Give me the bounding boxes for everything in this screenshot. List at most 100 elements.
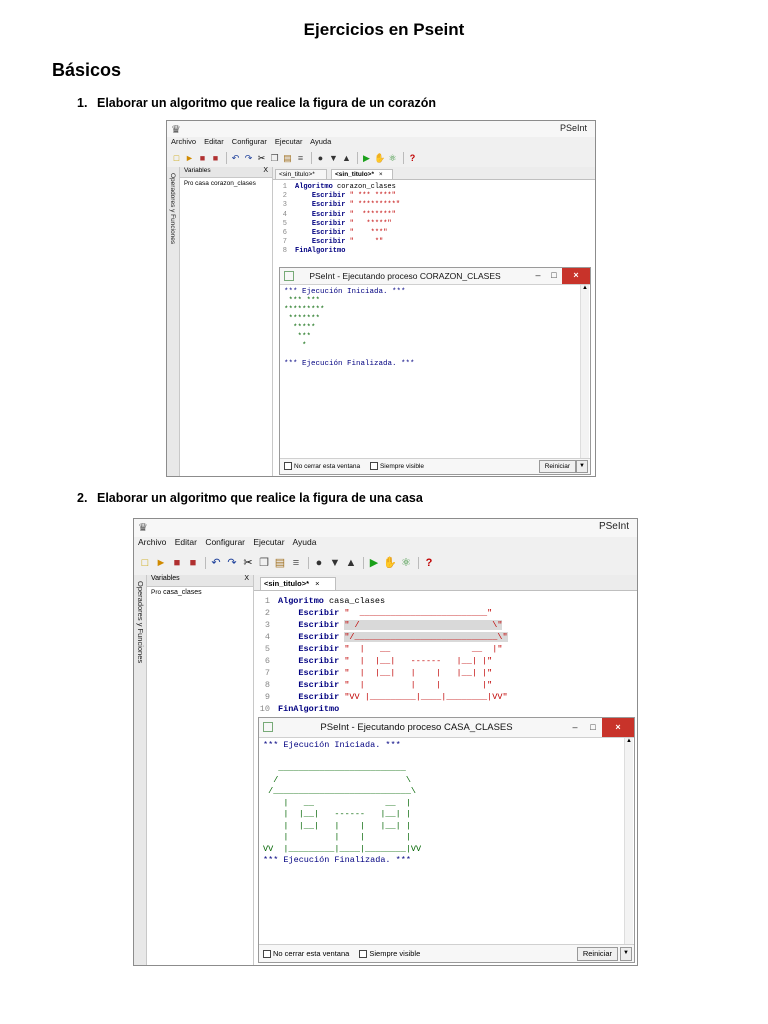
step-run-icon[interactable]: ✋ [383,557,397,569]
cut-icon[interactable]: ✂ [241,557,255,569]
copy-icon[interactable]: ❐ [257,557,271,569]
operators-side-tab[interactable]: Operadores y Funciones [167,167,180,476]
variable-item[interactable]: Pro casa_clases [147,587,253,598]
flowchart-icon[interactable]: ⚛ [387,153,398,164]
menu-ejecutar[interactable]: Ejecutar [253,537,284,547]
close-icon[interactable]: X [263,167,268,174]
run-icon[interactable]: ▶ [361,153,372,164]
siempre-visible-checkbox[interactable] [359,950,368,959]
menu-configurar[interactable]: Configurar [232,137,267,146]
close-window-icon[interactable]: × [602,718,634,737]
scroll-up-icon[interactable]: ▲ [626,738,632,744]
save-as-icon[interactable]: ■ [210,153,221,164]
paste-icon[interactable]: ▤ [282,153,293,164]
chevron-down-icon[interactable]: ▼ [576,460,588,473]
new-file-icon[interactable]: □ [138,557,152,569]
flowchart-icon[interactable]: ⚛ [399,557,413,569]
open-folder-icon[interactable]: ► [154,557,168,569]
variable-item-label: casa_clases [163,589,202,596]
toolbar-separator [205,557,206,569]
redo-icon[interactable]: ↷ [225,557,239,569]
siempre-visible-option[interactable]: Siempre visible [359,949,424,959]
step-run-icon[interactable]: ✋ [374,153,385,164]
tab-sin-titulo-2[interactable]: <sin_titulo>* × [331,169,393,179]
code-line: 6 Escribir " ***" [277,229,388,238]
indent-icon[interactable]: ≡ [289,557,303,569]
open-folder-icon[interactable]: ► [184,153,195,164]
reiniciar-button[interactable]: Reiniciar [576,947,618,961]
execution-window-house: PSeInt - Ejecutando proceso CASA_CLASES … [258,717,635,963]
tab-sin-titulo[interactable]: <sin_titulo>* × [260,577,336,590]
menu-ayuda[interactable]: Ayuda [292,537,316,547]
replace-icon[interactable]: ▲ [341,153,352,164]
execution-options: No cerrar esta ventana Siempre visible [263,949,428,959]
find-next-icon[interactable]: ▼ [328,153,339,164]
run-icon[interactable]: ▶ [367,557,381,569]
paste-icon[interactable]: ▤ [273,557,287,569]
save-as-icon[interactable]: ■ [186,557,200,569]
execution-window-heart: PSeInt - Ejecutando proceso CORAZON_CLAS… [279,267,591,475]
menu-archivo[interactable]: Archivo [138,537,166,547]
find-icon[interactable]: ● [312,557,326,569]
replace-icon[interactable]: ▲ [344,557,358,569]
code-string: " *** ****" [349,192,396,201]
variable-item[interactable]: Pro casa corazon_clases [180,178,272,189]
code-keyword: Escribir [298,692,340,702]
line-number: 9 [264,692,270,702]
new-file-icon[interactable]: □ [171,153,182,164]
indent-icon[interactable]: ≡ [295,153,306,164]
code-string: "VV |_________|____|________|VV" [344,692,508,702]
console-scrollbar[interactable]: ▲ [580,285,589,458]
redo-icon[interactable]: ↷ [243,153,254,164]
menu-editar[interactable]: Editar [175,537,197,547]
menu-archivo[interactable]: Archivo [171,137,196,146]
close-window-icon[interactable]: × [562,268,590,284]
minimize-icon[interactable]: – [530,268,546,284]
cut-icon[interactable]: ✂ [256,153,267,164]
execution-title-bar: PSeInt - Ejecutando proceso CASA_CLASES … [259,718,634,738]
minimize-icon[interactable]: – [566,718,584,737]
code-keyword: Algoritmo [295,183,333,191]
save-icon[interactable]: ■ [170,557,184,569]
tab-sin-titulo-1[interactable]: <sin_titulo>* [275,169,327,179]
menu-editar[interactable]: Editar [204,137,224,146]
tab-close-icon[interactable]: × [379,171,383,178]
pseint-window-house: ♛ PSeInt Archivo Editar Configurar Ejecu… [133,518,638,966]
maximize-icon[interactable]: □ [584,718,602,737]
close-icon[interactable]: X [244,575,249,582]
code-line: 10 FinAlgoritmo [258,703,339,715]
siempre-visible-option[interactable]: Siempre visible [369,462,428,470]
no-cerrar-checkbox[interactable] [284,462,292,470]
undo-icon[interactable]: ↶ [209,557,223,569]
toolbar: □ ► ■ ■ ↶ ↷ ✂ ❐ ▤ ≡ ● ▼ ▲ ▶ ✋ ⚛ ? [138,553,438,573]
no-cerrar-checkbox[interactable] [263,950,271,959]
siempre-visible-checkbox[interactable] [369,462,378,470]
reiniciar-button[interactable]: Reiniciar [538,460,576,473]
code-string: " *" [349,238,384,247]
scroll-up-icon[interactable]: ▲ [582,285,588,291]
process-icon: Pro [184,181,194,187]
menu-configurar[interactable]: Configurar [205,537,245,547]
find-next-icon[interactable]: ▼ [328,557,342,569]
console-line: ******* [284,315,321,323]
help-icon[interactable]: ? [407,153,418,164]
code-line: 8 FinAlgoritmo [277,247,346,256]
no-cerrar-option[interactable]: No cerrar esta ventana [263,949,353,959]
exercise-2-text: Elaborar un algoritmo que realice la fig… [97,491,423,505]
code-line: 3 Escribir " *********" [277,201,400,210]
no-cerrar-option[interactable]: No cerrar esta ventana [284,462,364,470]
tab-close-icon[interactable]: × [315,579,319,588]
console-line: *** [284,333,312,341]
help-icon[interactable]: ? [422,557,436,569]
find-icon[interactable]: ● [315,153,326,164]
copy-icon[interactable]: ❐ [269,153,280,164]
maximize-icon[interactable]: □ [546,268,562,284]
undo-icon[interactable]: ↶ [230,153,241,164]
chevron-down-icon[interactable]: ▼ [620,947,632,961]
save-icon[interactable]: ■ [197,153,208,164]
console-scrollbar[interactable]: ▲ [624,738,633,944]
operators-side-tab[interactable]: Operadores y Funciones [134,575,147,965]
menu-ejecutar[interactable]: Ejecutar [275,137,303,146]
menu-ayuda[interactable]: Ayuda [310,137,331,146]
